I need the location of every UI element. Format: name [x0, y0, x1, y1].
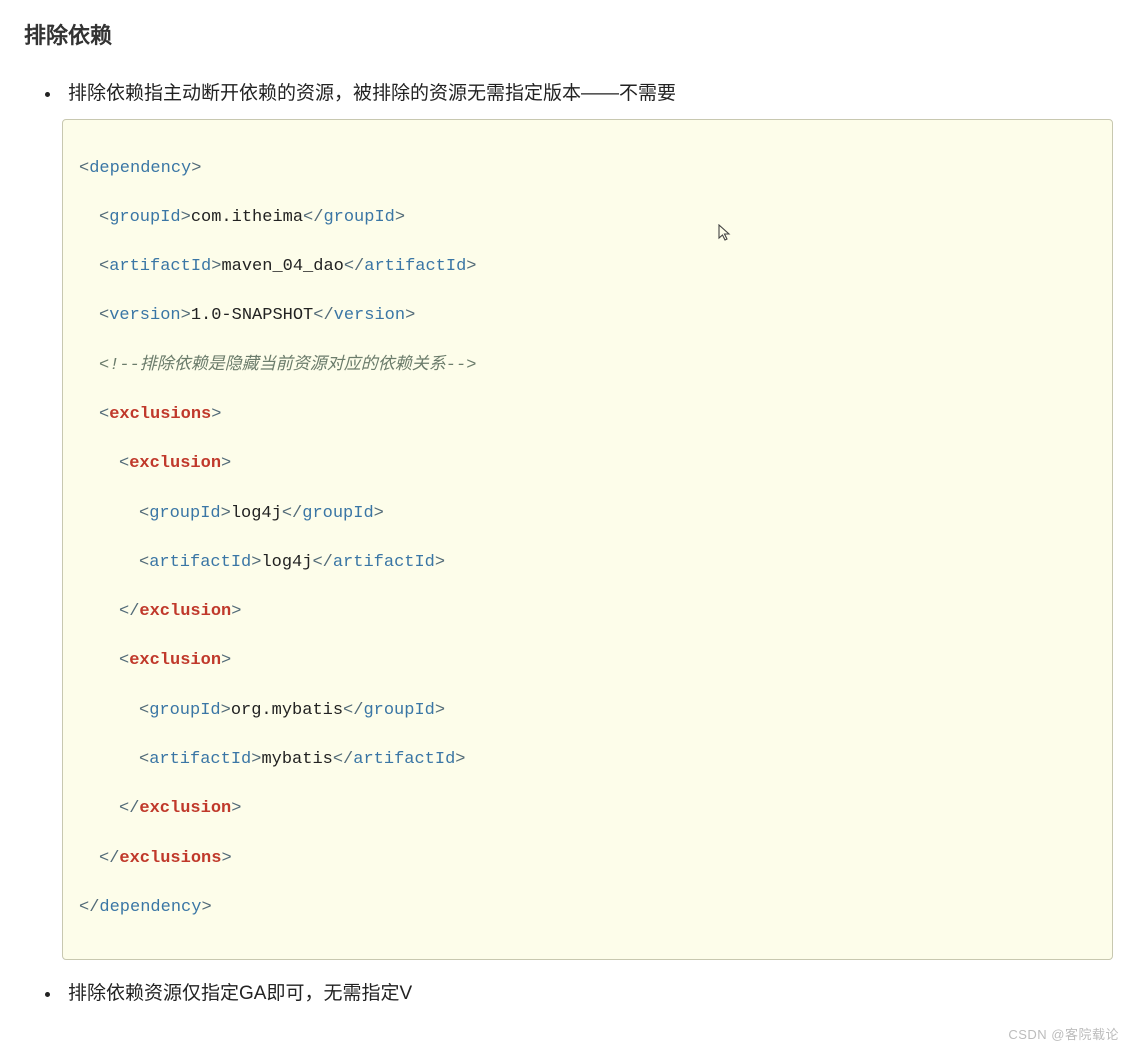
code-line: <artifactId>mybatis</artifactId> — [79, 748, 1096, 773]
bullet-list-2: 排除依赖资源仅指定GA即可，无需指定V — [24, 978, 1113, 1005]
tag-groupId-close: groupId — [302, 504, 373, 523]
tag-artifactId: artifactId — [149, 553, 251, 572]
code-line: <exclusions> — [79, 403, 1096, 428]
bullet-list: 排除依赖指主动断开依赖的资源，被排除的资源无需指定版本——不需要 — [24, 78, 1113, 105]
bullet-item-2: 排除依赖资源仅指定GA即可，无需指定V — [62, 978, 1113, 1005]
tag-exclusions-close: exclusions — [119, 849, 221, 868]
tag-groupId-close: groupId — [323, 208, 394, 227]
tag-exclusion: exclusion — [129, 454, 221, 473]
tag-exclusion-close: exclusion — [139, 799, 231, 818]
code-line: <exclusion> — [79, 649, 1096, 674]
code-line: </exclusion> — [79, 797, 1096, 822]
code-block: <dependency> <groupId>com.itheima</group… — [62, 119, 1113, 960]
watermark: CSDN @客院载论 — [1008, 1024, 1119, 1043]
excl1-groupId: log4j — [231, 504, 282, 523]
tag-groupId-close: groupId — [363, 701, 434, 720]
code-line: <groupId>com.itheima</groupId> — [79, 206, 1096, 231]
tag-artifactId: artifactId — [109, 257, 211, 276]
code-line: <exclusion> — [79, 452, 1096, 477]
bullet-item-1: 排除依赖指主动断开依赖的资源，被排除的资源无需指定版本——不需要 — [62, 78, 1113, 105]
tag-version: version — [109, 306, 180, 325]
artifactId-value: maven_04_dao — [221, 257, 343, 276]
tag-groupId: groupId — [149, 701, 220, 720]
excl2-groupId: org.mybatis — [231, 701, 343, 720]
excl1-artifactId: log4j — [261, 553, 312, 572]
code-line: <artifactId>maven_04_dao</artifactId> — [79, 255, 1096, 280]
section-title: 排除依赖 — [24, 18, 1113, 50]
tag-groupId: groupId — [149, 504, 220, 523]
tag-exclusion: exclusion — [129, 651, 221, 670]
tag-artifactId-close: artifactId — [333, 553, 435, 572]
code-line: </exclusions> — [79, 847, 1096, 872]
code-line: <artifactId>log4j</artifactId> — [79, 551, 1096, 576]
groupId-value: com.itheima — [191, 208, 303, 227]
code-line: </exclusion> — [79, 600, 1096, 625]
code-line: </dependency> — [79, 896, 1096, 921]
code-line: <dependency> — [79, 157, 1096, 182]
code-line: <groupId>log4j</groupId> — [79, 502, 1096, 527]
tag-groupId: groupId — [109, 208, 180, 227]
tag-exclusion-close: exclusion — [139, 602, 231, 621]
version-value: 1.0-SNAPSHOT — [191, 306, 313, 325]
tag-exclusions: exclusions — [109, 405, 211, 424]
excl2-artifactId: mybatis — [261, 750, 332, 769]
tag-artifactId-close: artifactId — [353, 750, 455, 769]
tag-artifactId-close: artifactId — [364, 257, 466, 276]
code-line: <groupId>org.mybatis</groupId> — [79, 699, 1096, 724]
tag-dependency: dependency — [89, 159, 191, 178]
tag-version-close: version — [334, 306, 405, 325]
tag-artifactId: artifactId — [149, 750, 251, 769]
code-comment: <!--排除依赖是隐藏当前资源对应的依赖关系--> — [79, 354, 1096, 379]
code-line: <version>1.0-SNAPSHOT</version> — [79, 304, 1096, 329]
tag-dependency-close: dependency — [99, 898, 201, 917]
